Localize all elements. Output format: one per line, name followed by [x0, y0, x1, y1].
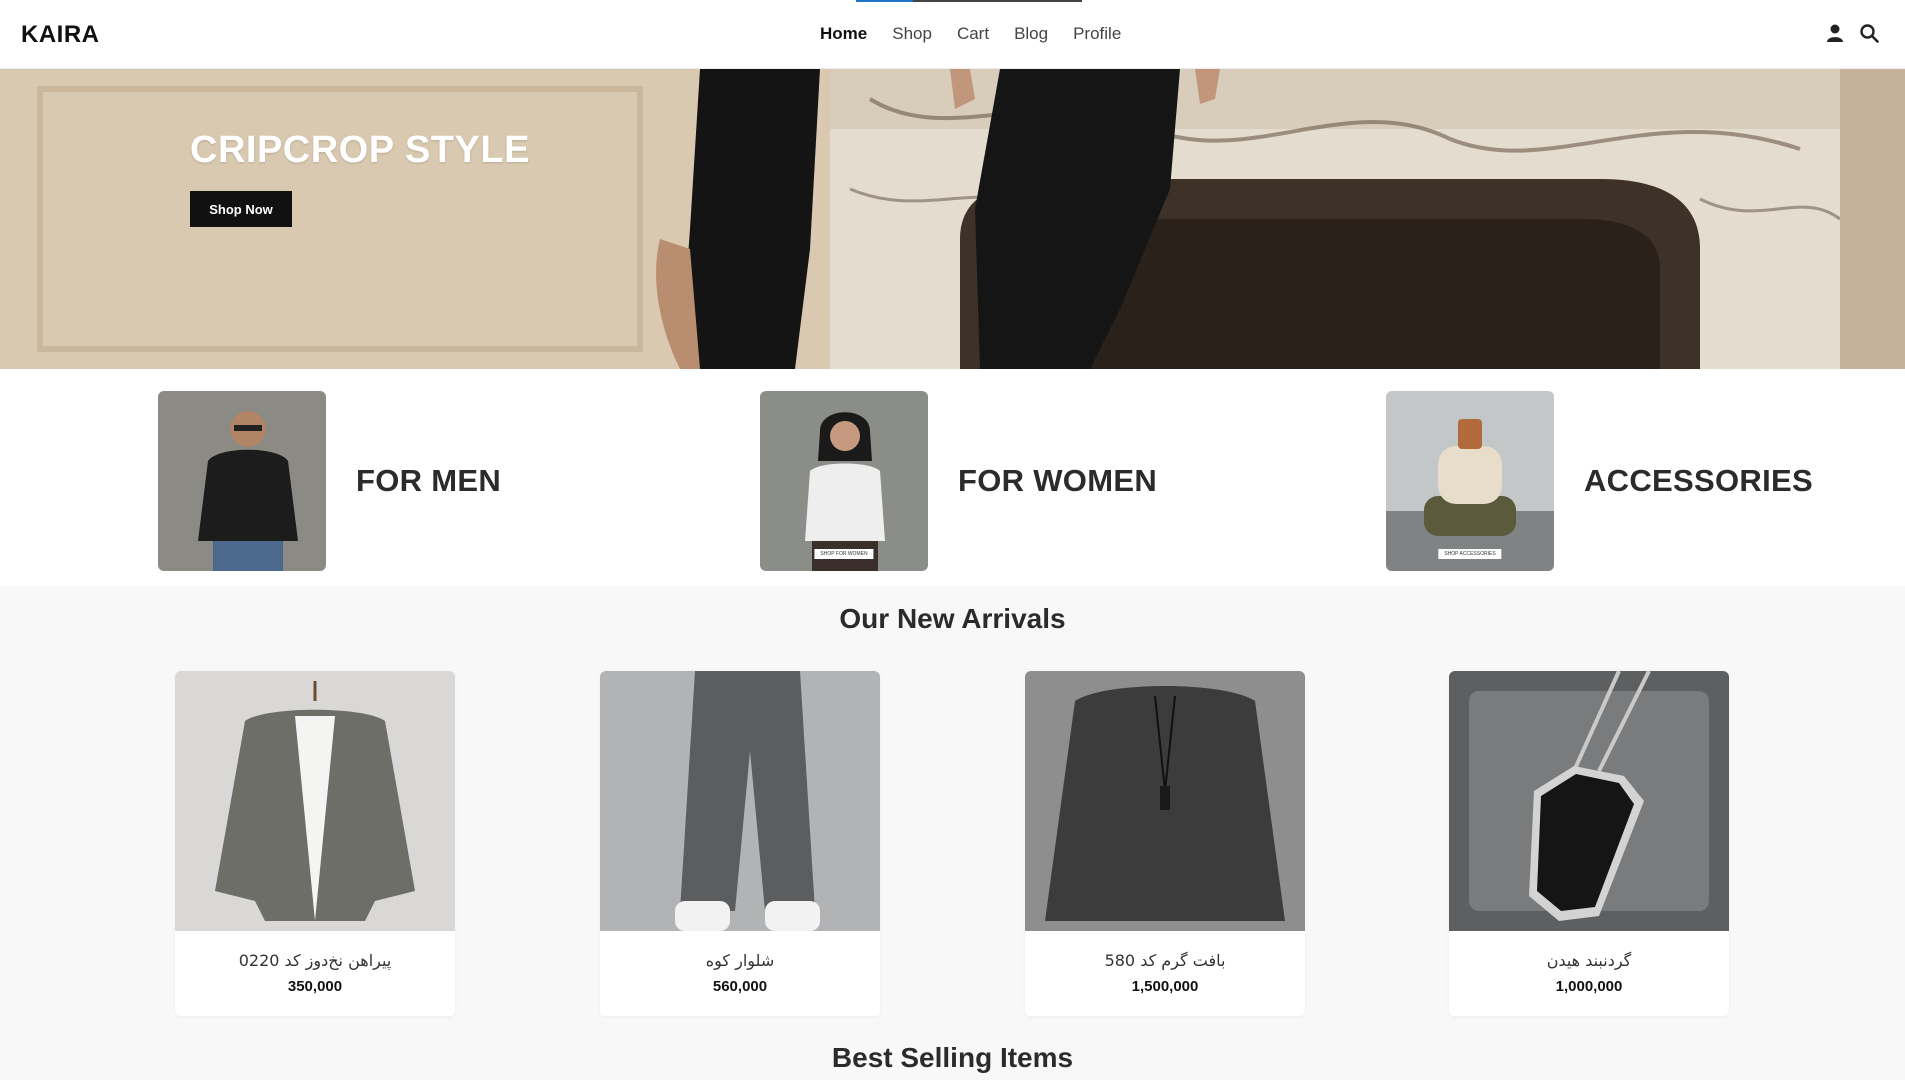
product-image [175, 671, 455, 931]
nav-cart[interactable]: Cart [957, 24, 989, 44]
nav-profile[interactable]: Profile [1073, 24, 1121, 44]
header-actions [1825, 23, 1879, 43]
product-card[interactable]: گردنبند هیدن 1,000,000 [1449, 671, 1729, 1016]
category-women-tag: SHOP FOR WOMEN [814, 549, 874, 559]
product-image [1025, 671, 1305, 931]
category-women[interactable]: SHOP FOR WOMEN FOR WOMEN [760, 391, 1157, 571]
site-logo[interactable]: KAIRA [21, 21, 100, 49]
product-price: 560,000 [712, 978, 768, 995]
product-name: پیراهن نخ‌دوز کد 0220 [238, 951, 392, 970]
product-name: گردنبند هیدن [1546, 951, 1632, 970]
user-icon[interactable] [1825, 23, 1845, 43]
new-arrivals-title: Our New Arrivals [839, 603, 1066, 634]
category-women-label: FOR WOMEN [958, 463, 1158, 498]
product-card[interactable]: شلوار کوه 560,000 [600, 671, 880, 1016]
category-men[interactable]: FOR MEN [158, 391, 501, 571]
nav-blog[interactable]: Blog [1014, 24, 1048, 44]
page-load-progress [856, 0, 1082, 2]
hero-banner: CRIPCROP STYLE Shop Now [0, 69, 1905, 369]
search-icon[interactable] [1859, 23, 1879, 43]
hero-title: CRIPCROP STYLE [190, 129, 530, 171]
product-image [1449, 671, 1729, 931]
best-selling-title: Best Selling Items [831, 1042, 1074, 1073]
progress-fill [856, 0, 913, 2]
product-name: شلوار کوه [705, 951, 775, 970]
category-accessories-tag: SHOP ACCESSORIES [1438, 549, 1502, 559]
nav-home[interactable]: Home [820, 24, 867, 44]
product-price: 1,500,000 [1131, 978, 1199, 995]
product-price: 1,000,000 [1555, 978, 1623, 995]
product-card[interactable]: بافت گرم کد 580 1,500,000 [1025, 671, 1305, 1016]
category-accessories-label: ACCESSORIES [1584, 463, 1813, 498]
nav-shop[interactable]: Shop [892, 24, 932, 44]
site-header: KAIRA Home Shop Cart Blog Profile [0, 0, 1905, 69]
category-accessories-image: SHOP ACCESSORIES [1386, 391, 1554, 571]
category-women-image: SHOP FOR WOMEN [760, 391, 928, 571]
product-name: بافت گرم کد 580 [1104, 951, 1226, 970]
product-image [600, 671, 880, 931]
category-men-image [158, 391, 326, 571]
category-accessories[interactable]: SHOP ACCESSORIES ACCESSORIES [1386, 391, 1813, 571]
category-strip: FOR MEN SHOP FOR WOMEN FOR WOMEN SHOP AC… [0, 369, 1905, 586]
main-nav: Home Shop Cart Blog Profile [820, 24, 1121, 44]
product-price: 350,000 [287, 978, 343, 995]
shop-now-button[interactable]: Shop Now [190, 191, 292, 227]
product-card[interactable]: پیراهن نخ‌دوز کد 0220 350,000 [175, 671, 455, 1016]
category-men-label: FOR MEN [356, 463, 502, 498]
